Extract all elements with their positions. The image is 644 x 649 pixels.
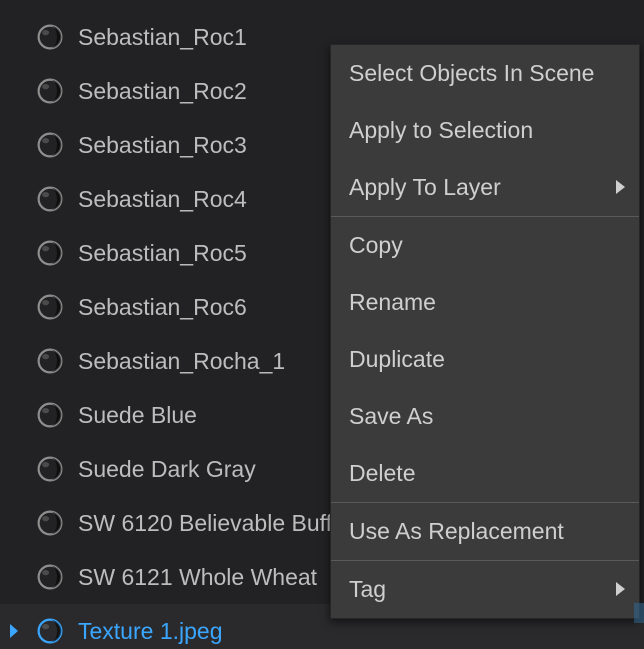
- menu-item-label: Apply to Selection: [349, 117, 533, 144]
- menu-item-save-as[interactable]: Save As: [331, 388, 639, 445]
- material-sphere-icon: [36, 185, 64, 213]
- menu-item-label: Rename: [349, 289, 436, 316]
- material-sphere-icon: [36, 455, 64, 483]
- material-item-label: Sebastian_Rocha_1: [78, 348, 285, 375]
- menu-item-label: Use As Replacement: [349, 518, 564, 545]
- menu-item-duplicate[interactable]: Duplicate: [331, 331, 639, 388]
- menu-item-tag[interactable]: Tag: [331, 561, 639, 618]
- material-item-label: Suede Dark Gray: [78, 456, 256, 483]
- menu-item-label: Duplicate: [349, 346, 445, 373]
- menu-item-label: Delete: [349, 460, 415, 487]
- material-sphere-icon: [36, 239, 64, 267]
- material-sphere-icon: [36, 347, 64, 375]
- material-item-label: SW 6120 Believable Buff: [78, 510, 332, 537]
- menu-item-label: Tag: [349, 576, 386, 603]
- material-item-label: Sebastian_Roc4: [78, 186, 247, 213]
- material-item-label: Sebastian_Roc2: [78, 78, 247, 105]
- menu-item-apply-to-selection[interactable]: Apply to Selection: [331, 102, 639, 159]
- menu-item-rename[interactable]: Rename: [331, 274, 639, 331]
- menu-item-delete[interactable]: Delete: [331, 445, 639, 502]
- material-item-label: SW 6121 Whole Wheat: [78, 564, 317, 591]
- material-sphere-icon: [36, 131, 64, 159]
- material-sphere-icon: [36, 293, 64, 321]
- menu-item-label: Select Objects In Scene: [349, 60, 594, 87]
- material-item-label: Texture 1.jpeg: [78, 618, 222, 645]
- material-item-label: Sebastian_Roc3: [78, 132, 247, 159]
- material-sphere-icon: [36, 509, 64, 537]
- context-menu: Select Objects In Scene Apply to Selectio…: [330, 44, 640, 619]
- menu-item-apply-to-layer[interactable]: Apply To Layer: [331, 159, 639, 216]
- menu-item-label: Save As: [349, 403, 433, 430]
- material-item-label: Sebastian_Roc6: [78, 294, 247, 321]
- material-sphere-icon: [36, 23, 64, 51]
- chevron-right-icon: [616, 582, 625, 596]
- menu-item-label: Apply To Layer: [349, 174, 501, 201]
- menu-item-select-objects-in-scene[interactable]: Select Objects In Scene: [331, 45, 639, 102]
- expand-arrow-icon: [10, 624, 18, 638]
- chevron-right-icon: [616, 180, 625, 194]
- menu-item-label: Copy: [349, 232, 403, 259]
- material-sphere-icon: [36, 563, 64, 591]
- material-item-label: Sebastian_Roc1: [78, 24, 247, 51]
- material-sphere-icon: [36, 77, 64, 105]
- material-sphere-icon: [36, 401, 64, 429]
- material-item-label: Suede Blue: [78, 402, 197, 429]
- menu-item-use-as-replacement[interactable]: Use As Replacement: [331, 503, 639, 560]
- material-item-label: Sebastian_Roc5: [78, 240, 247, 267]
- material-sphere-icon: [36, 617, 64, 645]
- menu-item-copy[interactable]: Copy: [331, 217, 639, 274]
